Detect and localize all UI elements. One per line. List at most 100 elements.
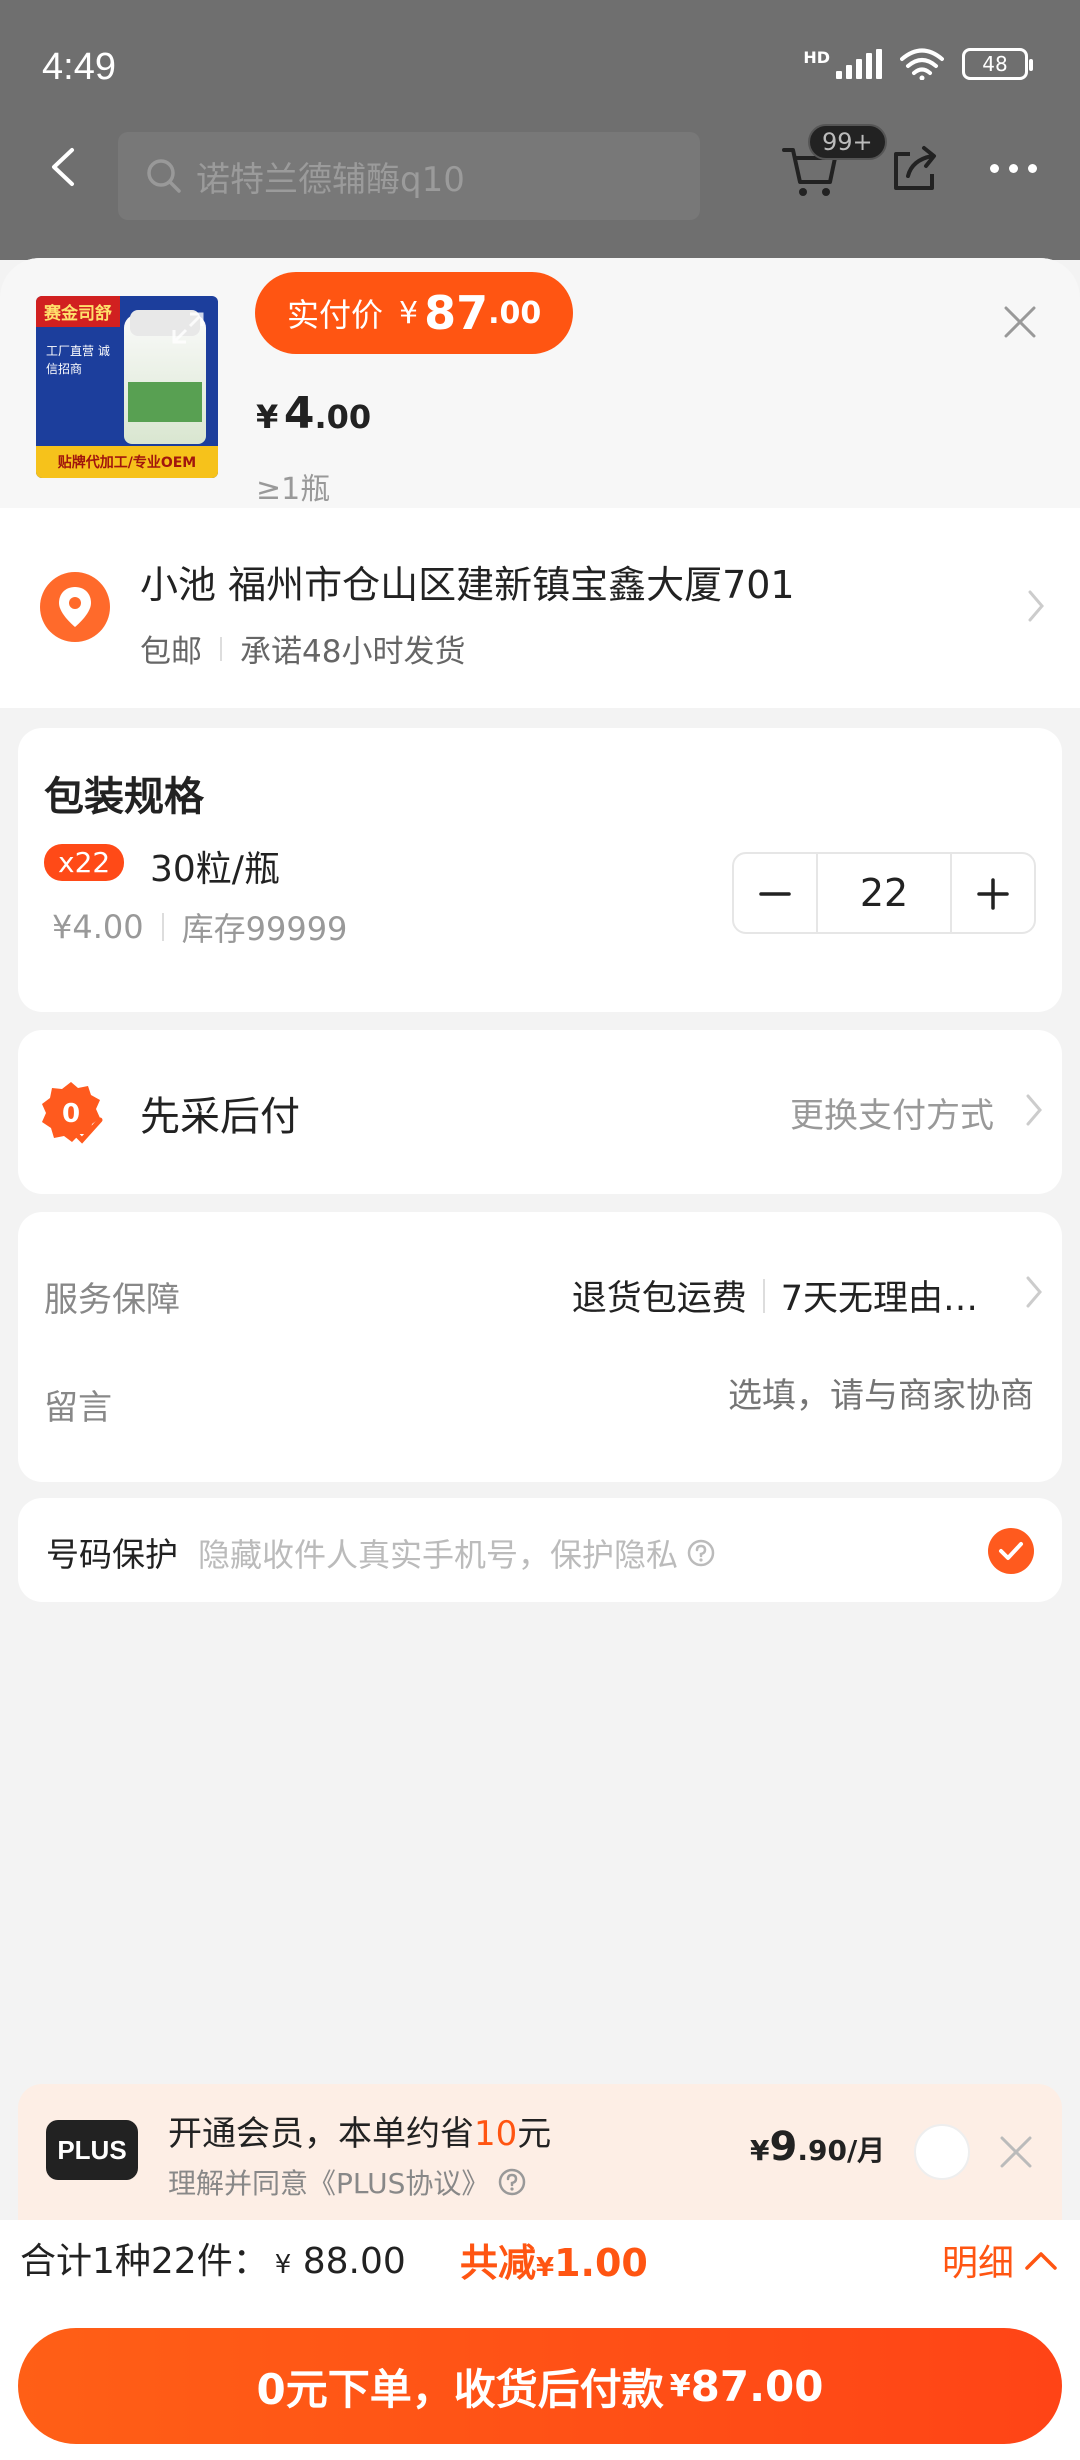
service-items[interactable]: 退货包运费 7天无理由… xyxy=(572,1270,978,1321)
share-icon[interactable] xyxy=(888,142,942,196)
chevron-right-icon xyxy=(1026,1094,1042,1126)
expand-icon[interactable] xyxy=(168,308,208,348)
plus-select-radio[interactable] xyxy=(914,2124,970,2180)
plus-logo: PLUS xyxy=(46,2120,138,2180)
battery-level: 48 xyxy=(982,52,1008,76)
service-card: 服务保障 退货包运费 7天无理由… 留言 xyxy=(18,1212,1062,1482)
unit-price-int: 4 xyxy=(283,388,315,439)
chevron-right-icon xyxy=(1026,1276,1042,1308)
spec-price-stock: ¥4.00 库存99999 xyxy=(52,904,347,950)
currency-symbol: ¥ xyxy=(256,398,279,436)
plus-title-pre: 开通会员，本单约省 xyxy=(168,2114,474,2154)
change-payment-link[interactable]: 更换支付方式 xyxy=(790,1088,994,1137)
status-time: 4:49 xyxy=(42,46,116,88)
svg-text:0: 0 xyxy=(62,1099,80,1129)
battery-icon: 48 xyxy=(962,48,1033,80)
unit-price-dec: .00 xyxy=(314,398,372,436)
total-amount: ¥ 88.00 xyxy=(275,2241,406,2282)
privacy-description: 隐藏收件人真实手机号，保护隐私 xyxy=(198,1530,716,1576)
shipping-free: 包邮 xyxy=(140,634,202,670)
actual-price-pill: 实付价 ¥ 87 .00 xyxy=(255,272,574,354)
spec-name: 30粒/瓶 xyxy=(150,849,280,890)
service-item-return-shipping: 退货包运费 xyxy=(571,1279,747,1319)
divider xyxy=(220,636,222,661)
place-order-button[interactable]: 0元下单，收货后付款 ¥ 87.00 xyxy=(18,2328,1062,2444)
wifi-icon xyxy=(900,48,944,80)
address-card[interactable]: 小池 福州市仓山区建新镇宝鑫大厦701 包邮 承诺48小时发货 xyxy=(0,508,1080,708)
plus-savings-amount: 10 xyxy=(474,2114,518,2154)
status-icons: HD 48 xyxy=(803,47,1033,80)
plus-agreement[interactable]: 理解并同意《PLUS协议》 xyxy=(168,2162,527,2202)
currency-symbol: ¥ xyxy=(750,2134,770,2167)
pay-later-icon: 0 xyxy=(42,1082,103,1144)
quantity-badge: x22 xyxy=(44,844,125,881)
signal-icon xyxy=(836,49,882,79)
plus-title: 开通会员，本单约省10元 xyxy=(168,2106,551,2155)
unit-price: ¥ 4.00 xyxy=(256,388,371,439)
status-bar: 4:49 HD 48 xyxy=(0,0,1080,135)
plus-membership-bar: PLUS 开通会员，本单约省10元 理解并同意《PLUS协议》 ¥9.90/月 xyxy=(18,2084,1062,2220)
service-item-7day-return: 7天无理由… xyxy=(780,1279,978,1319)
minus-icon xyxy=(759,892,791,896)
thumbnail-brand-tag: 赛金司舒 xyxy=(36,296,120,327)
plus-price-dec: .90 xyxy=(797,2134,847,2167)
decrement-button[interactable] xyxy=(734,854,816,934)
total-amount-value: 88.00 xyxy=(302,2241,406,2282)
product-header: 赛金司舒 工厂直营 诚信招商 贴牌代加工/专业OEM 实付价 ¥ 87 .00 … xyxy=(0,258,1080,508)
location-pin-icon xyxy=(40,572,110,642)
actual-price-dec: .00 xyxy=(488,295,542,331)
checkout-bar: 合计1种22件： ¥ 88.00 共减¥1.00 明细 0元下单，收货后付款 ¥… xyxy=(0,2220,1080,2460)
spec-card: 包装规格 x22 30粒/瓶 ¥4.00 库存99999 22 xyxy=(18,728,1062,1012)
currency-symbol: ¥ xyxy=(536,2253,555,2283)
total-label: 合计1种22件： xyxy=(20,2241,269,2282)
actual-price-int: 87 xyxy=(424,286,489,340)
more-icon[interactable] xyxy=(990,158,1050,178)
place-order-amount: 87.00 xyxy=(690,2361,824,2411)
back-arrow-icon[interactable] xyxy=(40,142,90,192)
thumbnail-banner: 贴牌代加工/专业OEM xyxy=(36,446,218,478)
spec-title: 包装规格 xyxy=(44,774,204,820)
divider xyxy=(762,1278,765,1313)
payment-method-card[interactable]: 0 先采后付 更换支付方式 xyxy=(18,1030,1062,1194)
total-summary: 合计1种22件： ¥ 88.00 xyxy=(20,2232,406,2284)
message-input[interactable] xyxy=(434,1376,1034,1416)
payment-method-label: 先采后付 xyxy=(140,1094,300,1140)
plus-price-unit: /月 xyxy=(846,2134,886,2167)
currency-symbol: ¥ xyxy=(399,295,419,331)
discount-summary: 共减¥1.00 xyxy=(460,2232,648,2287)
close-icon[interactable] xyxy=(1000,302,1040,342)
thumbnail-bullets: 工厂直营 诚信招商 xyxy=(46,344,110,376)
check-icon xyxy=(999,1542,1023,1560)
spec-stock: 库存99999 xyxy=(181,910,348,948)
plus-price: ¥9.90/月 xyxy=(750,2124,885,2170)
discount-label: 共减 xyxy=(460,2241,537,2285)
quantity-value[interactable]: 22 xyxy=(816,854,952,932)
address-text: 小池 福州市仓山区建新镇宝鑫大厦701 xyxy=(140,563,795,607)
detail-button[interactable]: 明细 xyxy=(942,2234,1058,2286)
close-icon[interactable] xyxy=(996,2132,1036,2172)
discount-amount: 1.00 xyxy=(554,2241,648,2285)
top-nav: 诺特兰德辅酶q10 99+ xyxy=(0,120,1080,220)
search-placeholder: 诺特兰德辅酶q10 xyxy=(196,159,465,200)
privacy-checkbox[interactable] xyxy=(988,1528,1034,1574)
place-order-label: 0元下单，收货后付款 xyxy=(256,2364,664,2414)
search-input[interactable]: 诺特兰德辅酶q10 xyxy=(118,132,700,220)
help-icon[interactable] xyxy=(497,2167,527,2197)
help-icon[interactable] xyxy=(686,1538,716,1568)
currency-symbol: ¥ xyxy=(274,2250,292,2280)
quantity-stepper: 22 xyxy=(732,852,1036,934)
actual-price-label: 实付价 xyxy=(287,296,384,334)
detail-label: 明细 xyxy=(941,2243,1014,2284)
increment-button[interactable] xyxy=(952,854,1034,934)
privacy-card: 号码保护 隐藏收件人真实手机号，保护隐私 xyxy=(18,1498,1062,1602)
spec-price: ¥4.00 xyxy=(52,908,144,946)
min-quantity: ≥1瓶 xyxy=(256,472,331,507)
order-sheet: 赛金司舒 工厂直营 诚信招商 贴牌代加工/专业OEM 实付价 ¥ 87 .00 … xyxy=(0,258,1080,2460)
plus-icon xyxy=(977,878,1009,910)
plus-price-int: 9 xyxy=(769,2124,798,2170)
currency-symbol: ¥ xyxy=(669,2368,691,2404)
product-thumbnail[interactable]: 赛金司舒 工厂直营 诚信招商 贴牌代加工/专业OEM xyxy=(36,296,218,478)
message-label: 留言 xyxy=(44,1388,112,1428)
shipping-promise: 承诺48小时发货 xyxy=(240,634,466,670)
network-type: HD xyxy=(803,47,830,67)
